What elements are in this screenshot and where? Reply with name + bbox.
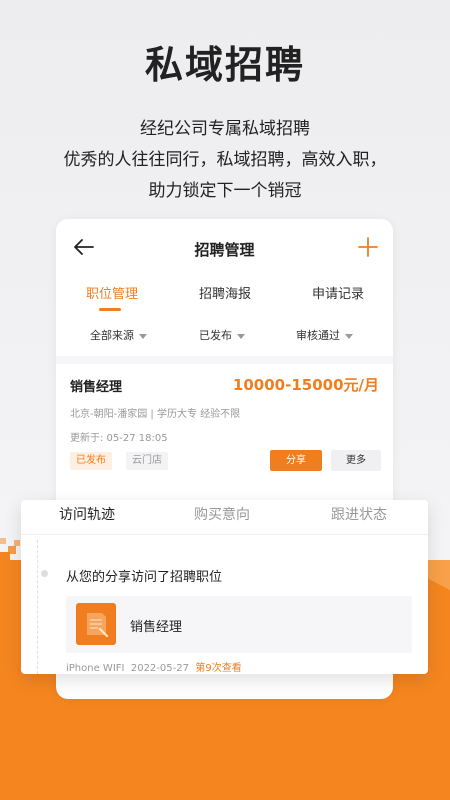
filter-status-label: 已发布: [199, 329, 232, 342]
nav-bar: 招聘管理: [56, 219, 393, 277]
filter-status[interactable]: 已发布: [199, 327, 245, 343]
subtitle-line-2: 优秀的人往往同行，私域招聘，高效入职，: [63, 150, 387, 170]
status-badge: 已发布: [70, 452, 112, 470]
visit-date: 2022-05-27: [130, 663, 189, 674]
share-button[interactable]: 分享: [270, 450, 322, 471]
job-title: 销售经理: [70, 380, 123, 395]
visited-job-card[interactable]: 销售经理: [66, 596, 412, 653]
visited-job-title: 销售经理: [130, 620, 183, 635]
card-tab-bar: 访问轨迹 购买意向 跟进状态: [21, 500, 428, 535]
caret-down-icon: [139, 333, 147, 339]
timeline-dot: [41, 570, 48, 577]
job-list-item[interactable]: 销售经理 10000-15000元/月 北京-朝阳-潘家园 | 学历大专 经验不…: [56, 364, 393, 484]
filter-bar: 全部来源 已发布 审核通过: [56, 327, 393, 347]
tab-recruit-poster[interactable]: 招聘海报: [199, 283, 251, 302]
active-tab-indicator: [99, 308, 121, 311]
filter-source[interactable]: 全部来源: [90, 327, 147, 343]
subtitle-line-3: 助力锁定下一个销冠: [148, 181, 302, 201]
filter-source-label: 全部来源: [90, 329, 134, 342]
job-updated-time: 更新于: 05-27 18:05: [70, 433, 168, 444]
job-salary: 10000-15000元/月: [232, 376, 379, 394]
filter-review[interactable]: 审核通过: [296, 327, 353, 343]
tab-job-management[interactable]: 职位管理: [86, 283, 138, 302]
tab-follow-status[interactable]: 跟进状态: [331, 504, 387, 524]
job-info: 北京-朝阳-潘家园 | 学历大专 经验不限: [70, 409, 241, 420]
add-icon[interactable]: [357, 236, 379, 258]
tab-purchase-intent[interactable]: 购买意向: [194, 504, 250, 524]
caret-down-icon: [237, 333, 245, 339]
visit-meta: iPhone WIFI 2022-05-27 第9次查看: [66, 659, 242, 674]
nav-title: 招聘管理: [194, 241, 255, 259]
tab-application-records[interactable]: 申请记录: [312, 283, 364, 302]
subtitle-line-1: 经纪公司专属私域招聘: [140, 119, 310, 139]
visit-track-card: 访问轨迹 购买意向 跟进状态 从您的分享访问了招聘职位 销售经理 iPhone …: [21, 500, 428, 674]
document-icon: [76, 603, 116, 645]
store-badge: 云门店: [126, 452, 168, 470]
visit-description: 从您的分享访问了招聘职位: [66, 570, 223, 585]
caret-down-icon: [345, 333, 353, 339]
tab-visit-track[interactable]: 访问轨迹: [59, 504, 115, 524]
filter-review-label: 审核通过: [296, 329, 340, 342]
page-headline: 私域招聘: [144, 43, 305, 87]
visit-count: 第9次查看: [195, 663, 242, 674]
section-divider: [56, 356, 393, 364]
visit-device: iPhone WIFI: [66, 663, 125, 674]
tab-bar: 职位管理 招聘海报 申请记录: [56, 283, 393, 313]
more-button[interactable]: 更多: [331, 450, 381, 471]
timeline-line: [37, 540, 38, 674]
